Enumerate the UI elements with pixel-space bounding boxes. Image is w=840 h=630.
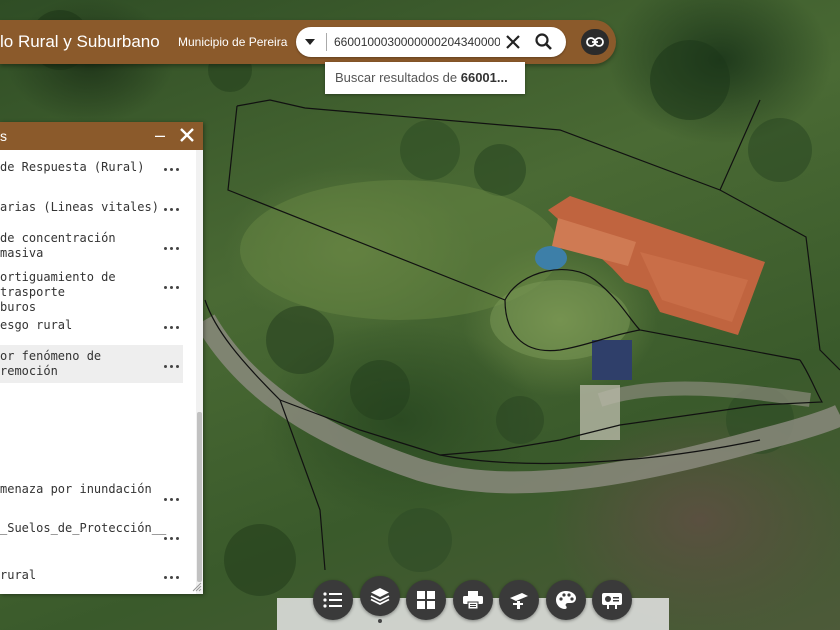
more-options-icon[interactable] (164, 494, 182, 504)
layer-item[interactable]: rural (0, 568, 183, 588)
search-button[interactable] (533, 31, 555, 53)
pool (535, 246, 567, 270)
layers-icon (370, 588, 390, 606)
more-options-icon[interactable] (164, 322, 182, 332)
scrollbar-thumb[interactable] (197, 412, 202, 582)
legend-icon (602, 593, 622, 609)
symbology-tool-button[interactable] (546, 580, 586, 620)
layer-label: menaza por inundación (0, 482, 152, 496)
more-options-icon[interactable] (164, 243, 182, 253)
minimize-panel-button[interactable]: – (152, 124, 168, 146)
active-tool-indicator (378, 619, 382, 623)
print-tool-button[interactable] (453, 580, 493, 620)
panel-header: s – (0, 122, 203, 150)
more-options-icon[interactable] (164, 204, 182, 214)
layer-label: or fenómeno de remoción (0, 349, 102, 378)
layer-list: de Respuesta (Rural) arias (Lineas vital… (0, 150, 196, 594)
suggestion-query: 66001... (460, 70, 508, 85)
more-options-icon[interactable] (164, 533, 182, 543)
list-icon (323, 592, 342, 608)
search-source-dropdown[interactable] (296, 27, 324, 57)
search-icon (535, 33, 552, 50)
panel-title: s (0, 128, 7, 144)
measure-tool-button[interactable] (499, 580, 539, 620)
palette-icon (556, 591, 576, 609)
shed-roof (592, 340, 632, 380)
resize-grip-icon[interactable] (192, 582, 202, 592)
layer-item[interactable]: menaza por inundación (0, 482, 183, 512)
more-options-icon[interactable] (164, 361, 182, 371)
link-icon (586, 37, 604, 47)
layer-item[interactable]: esgo rural (0, 318, 183, 338)
close-icon (506, 35, 520, 49)
layer-label: arias (Lineas vitales) (0, 200, 159, 214)
layer-label: de concentración masiva (0, 231, 116, 260)
municipio-label: Municipio de Pereira (178, 35, 288, 49)
layer-item-selected[interactable]: or fenómeno de remoción (0, 345, 183, 383)
layer-item[interactable]: de concentración masiva (0, 231, 183, 261)
layer-item[interactable]: arias (Lineas vitales) (0, 200, 183, 220)
close-panel-button[interactable] (178, 125, 196, 145)
layer-label: ortiguamiento de trasporte buros (0, 270, 116, 314)
printer-icon (463, 591, 483, 610)
search-box (296, 27, 566, 57)
layer-label: de Respuesta (Rural) (0, 160, 145, 174)
layer-item[interactable]: ortiguamiento de trasporte buros (0, 270, 183, 314)
share-link-button[interactable] (581, 29, 609, 55)
search-separator (326, 33, 327, 51)
measure-icon (510, 593, 528, 609)
search-input[interactable] (334, 32, 500, 52)
layer-item[interactable]: _Suelos_de_Protección__ (0, 521, 183, 551)
suggestion-prefix: Buscar resultados de (335, 70, 461, 85)
layer-item[interactable]: de Respuesta (Rural) (0, 160, 183, 180)
caret-down-icon (305, 39, 315, 45)
legend-tool-button[interactable] (592, 580, 632, 620)
basemap-tool-button[interactable] (406, 580, 446, 620)
more-options-icon[interactable] (164, 164, 182, 174)
layer-label: esgo rural (0, 318, 73, 332)
list-tool-button[interactable] (313, 580, 353, 620)
layers-tool-button[interactable] (360, 576, 400, 616)
layer-label: _Suelos_de_Protección__ (0, 521, 167, 535)
grid-icon (417, 591, 435, 609)
layer-label: rural (0, 568, 37, 582)
more-options-icon[interactable] (164, 572, 182, 582)
clear-search-button[interactable] (503, 32, 523, 52)
app-title: lo Rural y Suburbano (0, 32, 160, 51)
more-options-icon[interactable] (164, 282, 182, 292)
close-icon (180, 128, 194, 142)
search-suggestion[interactable]: Buscar resultados de 66001... (325, 62, 525, 94)
layer-list-panel: s – de Respuesta (Rural) arias (Lineas v… (0, 122, 203, 594)
